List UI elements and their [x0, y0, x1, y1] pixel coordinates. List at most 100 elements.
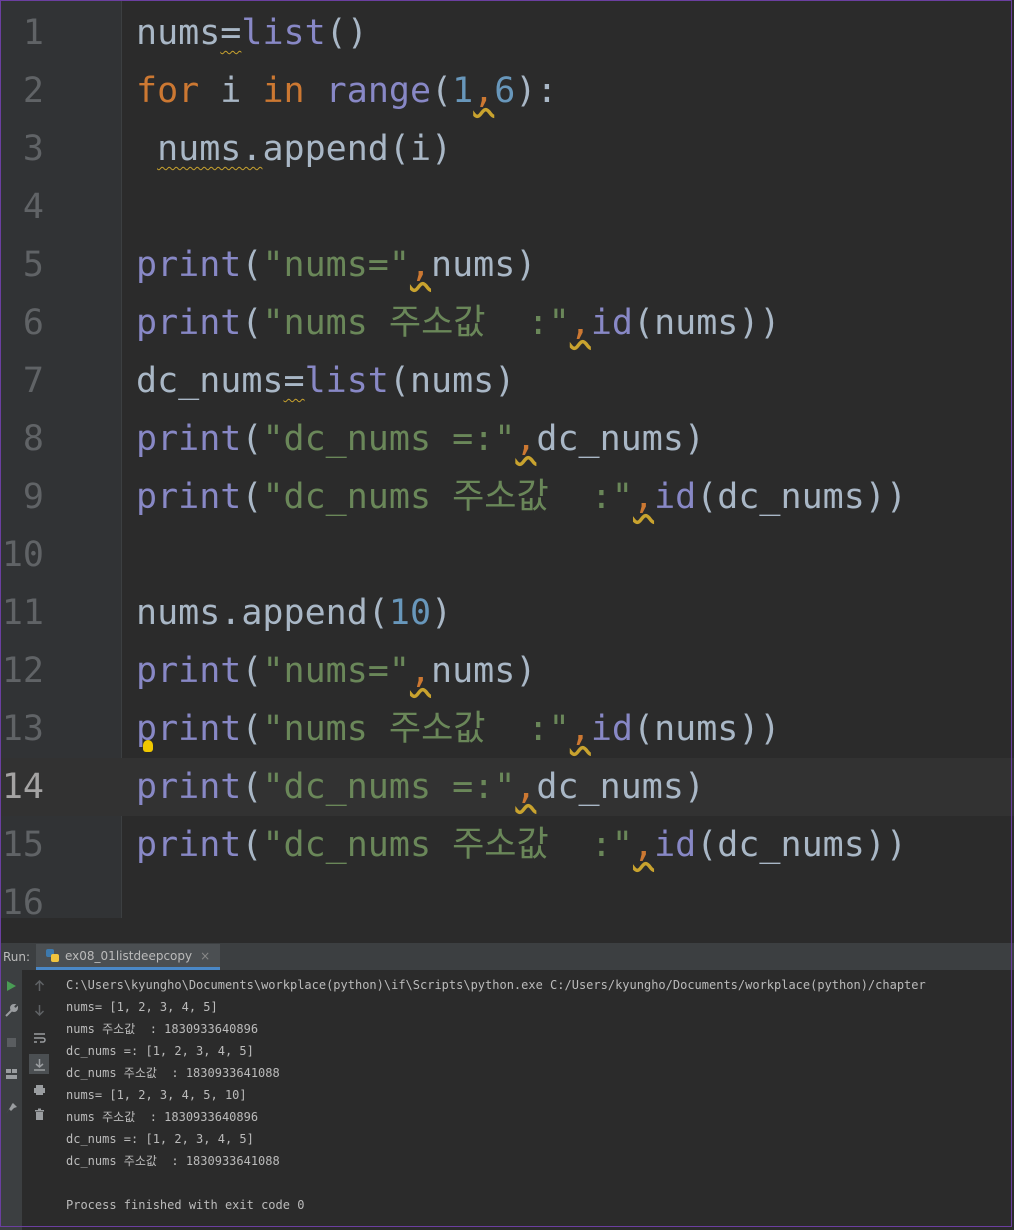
code-token: "dc_nums =:" — [262, 767, 516, 807]
code-line[interactable]: 12 print("nums=",nums) — [0, 642, 1014, 700]
code-token: "nums 주소값 :" — [262, 303, 570, 343]
code-token: append(i) — [262, 129, 453, 169]
code-line[interactable]: 14 print("dc_nums =:",dc_nums) — [0, 758, 1014, 816]
code-token: ( — [241, 709, 263, 749]
code-token: list — [304, 361, 389, 401]
code-token: , — [569, 303, 591, 343]
code-token: , — [515, 767, 537, 807]
console-line: nums 주소값 : 1830933640896 — [66, 1110, 259, 1124]
code-token: dc_nums) — [536, 419, 705, 459]
code-token: , — [515, 419, 537, 459]
code-text: print("dc_nums =:",dc_nums) — [136, 410, 705, 468]
code-line[interactable]: 6 print("nums 주소값 :",id(nums)) — [0, 294, 1014, 352]
code-line[interactable]: 16 — [0, 874, 1014, 918]
code-token: i — [220, 71, 263, 111]
code-token: ( — [431, 71, 453, 111]
code-text: print("dc_nums 주소값 :",id(dc_nums)) — [136, 816, 907, 874]
print-icon[interactable] — [31, 1082, 47, 1098]
line-number: 9 — [22, 477, 44, 517]
run-toolbar-left — [0, 970, 22, 1230]
lightbulb-icon[interactable] — [143, 740, 153, 752]
console-line: nums 주소값 : 1830933640896 — [66, 1022, 259, 1036]
code-line[interactable]: 10 — [0, 526, 1014, 584]
code-token: ( — [241, 419, 263, 459]
code-line[interactable]: 13 print("nums 주소값 :",id(nums)) — [0, 700, 1014, 758]
code-token: "nums=" — [262, 651, 410, 691]
python-icon — [46, 949, 59, 962]
console-line: dc_nums 주소값 : 1830933641088 — [66, 1066, 280, 1080]
code-token: range — [325, 71, 432, 111]
scroll-to-end-icon[interactable] — [29, 1054, 49, 1074]
wrench-icon[interactable] — [3, 1002, 19, 1018]
console-line: dc_nums =: [1, 2, 3, 4, 5] — [66, 1044, 254, 1058]
soft-wrap-icon[interactable] — [31, 1030, 47, 1046]
line-number: 5 — [22, 245, 44, 285]
code-line[interactable]: 15 print("dc_nums 주소값 :",id(dc_nums)) — [0, 816, 1014, 874]
code-editor[interactable]: 1 nums=list() 2 for i in range(1,6): 3 nums.… — [0, 0, 1014, 918]
arrow-down-icon[interactable] — [31, 1002, 47, 1018]
code-text: print("nums 주소값 :",id(nums)) — [136, 294, 781, 352]
code-token: ( — [241, 651, 263, 691]
line-number: 16 — [1, 883, 44, 918]
play-icon[interactable] — [3, 978, 19, 994]
line-number: 7 — [22, 361, 44, 401]
console-line: dc_nums =: [1, 2, 3, 4, 5] — [66, 1132, 254, 1146]
code-line[interactable]: 2 for i in range(1,6): — [0, 62, 1014, 120]
code-token: for — [136, 71, 221, 111]
code-token: print — [136, 825, 242, 865]
pin-icon[interactable] — [3, 1100, 19, 1116]
console-line: nums= [1, 2, 3, 4, 5] — [66, 1000, 218, 1014]
console-output[interactable]: C:\Users\kyungho\Documents\workplace(pyt… — [66, 974, 1014, 1216]
code-token: nums. — [157, 129, 263, 169]
code-token: ( — [241, 303, 263, 343]
code-text: nums.append(10) — [136, 584, 452, 642]
code-token: (dc_nums)) — [696, 825, 907, 865]
line-number: 12 — [1, 651, 44, 691]
code-token: = — [220, 13, 242, 53]
code-token: dc_nums — [136, 361, 284, 401]
line-number: 2 — [22, 71, 44, 111]
trash-icon[interactable] — [31, 1106, 47, 1122]
code-token: , — [569, 709, 591, 749]
line-number: 4 — [22, 187, 44, 227]
code-line[interactable]: 7 dc_nums=list(nums) — [0, 352, 1014, 410]
code-text: print("dc_nums =:",dc_nums) — [136, 758, 705, 816]
code-text: print("nums=",nums) — [136, 642, 536, 700]
run-label: Run: — [3, 950, 31, 964]
code-token: "dc_nums =:" — [262, 419, 516, 459]
code-line[interactable]: 1 nums=list() — [0, 4, 1014, 62]
code-token: ( — [241, 477, 263, 517]
code-line[interactable]: 4 — [0, 178, 1014, 236]
code-token: print — [136, 245, 242, 285]
code-token: = — [283, 361, 305, 401]
code-line[interactable]: 11 nums.append(10) — [0, 584, 1014, 642]
code-token: , — [632, 477, 655, 517]
run-toolbar-right — [26, 970, 52, 1230]
run-config-tab[interactable]: ex08_01listdeepcopy × — [36, 944, 221, 970]
code-text: nums=list() — [136, 4, 368, 62]
line-number: 11 — [1, 593, 44, 633]
code-token: nums) — [431, 245, 537, 285]
code-token: () — [325, 13, 368, 53]
code-line[interactable]: 9 print("dc_nums 주소값 :",id(dc_nums)) — [0, 468, 1014, 526]
code-token: 10 — [388, 593, 432, 633]
code-text: print("nums=",nums) — [136, 236, 536, 294]
line-number: 3 — [22, 129, 44, 169]
arrow-up-icon[interactable] — [31, 978, 47, 994]
code-token: id — [654, 477, 697, 517]
code-line[interactable]: 3 nums.append(i) — [0, 120, 1014, 178]
code-line[interactable]: 5 print("nums=",nums) — [0, 236, 1014, 294]
code-token: in — [262, 71, 326, 111]
code-token: id — [654, 825, 697, 865]
close-icon[interactable]: × — [200, 949, 210, 963]
code-token: 6 — [494, 71, 516, 111]
stop-icon[interactable] — [3, 1034, 19, 1050]
console-line: C:\Users\kyungho\Documents\workplace(pyt… — [66, 978, 926, 992]
code-line[interactable]: 8 print("dc_nums =:",dc_nums) — [0, 410, 1014, 468]
code-token: (nums) — [388, 361, 516, 401]
code-text: print("nums 주소값 :",id(nums)) — [136, 700, 781, 758]
code-lines: 1 nums=list() 2 for i in range(1,6): 3 nums.… — [0, 4, 1014, 918]
console-line: nums= [1, 2, 3, 4, 5, 10] — [66, 1088, 247, 1102]
layout-icon[interactable] — [3, 1066, 19, 1082]
